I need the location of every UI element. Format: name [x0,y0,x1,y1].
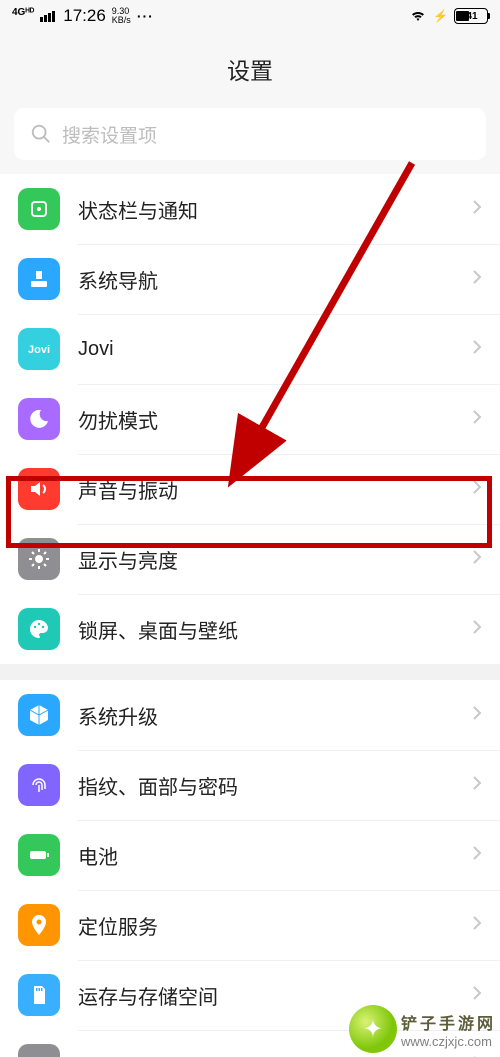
settings-group: 状态栏与通知系统导航 Jovi Jovi 勿扰模式声音与振动显示与亮度锁屏、桌面与壁纸 [0,174,500,664]
row-label: 状态栏与通知 [78,195,472,224]
more-indicator: ··· [137,8,154,24]
watermark: ✦ 铲子手游网 www.czjxjc.com [349,1005,496,1053]
watermark-url: www.czjxjc.com [401,1034,496,1049]
moon-icon [18,398,60,440]
status-right: ⚡ 41 [409,8,488,25]
location-icon [18,904,60,946]
sd-icon [18,974,60,1016]
settings-row-location[interactable]: 定位服务 [0,890,500,960]
svg-text:Jovi: Jovi [28,344,50,356]
wifi-icon [409,8,427,25]
battery-icon: 41 [454,8,488,24]
settings-row-jovi[interactable]: Jovi Jovi [0,314,500,384]
settings-row-status-notif[interactable]: 状态栏与通知 [0,174,500,244]
fingerprint-icon [18,764,60,806]
brightness-icon [18,538,60,580]
chevron-right-icon [472,985,482,1006]
network-speed: 9.30KB/s [112,7,131,25]
signal-icon [40,11,55,22]
row-label: 勿扰模式 [78,405,472,434]
row-label: 电池 [78,841,472,870]
cube-icon [18,694,60,736]
charging-icon: ⚡ [433,9,448,23]
row-label: 系统升级 [78,701,472,730]
clock: 17:26 [63,6,106,26]
settings-list: 状态栏与通知系统导航 Jovi Jovi 勿扰模式声音与振动显示与亮度锁屏、桌面与壁纸… [0,174,500,1057]
row-label: 显示与亮度 [78,545,472,574]
settings-row-wallpaper[interactable]: 锁屏、桌面与壁纸 [0,594,500,664]
battery-icon [18,834,60,876]
chevron-right-icon [472,549,482,570]
row-label: 定位服务 [78,911,472,940]
settings-group: 系统升级指纹、面部与密码电池定位服务运存与存储空间更多设置 [0,680,500,1057]
gear-icon [18,1044,60,1057]
palette-icon [18,608,60,650]
status-left: 4Gᴴᴰ 17:26 9.30KB/s ··· [12,6,154,26]
settings-row-biometrics[interactable]: 指纹、面部与密码 [0,750,500,820]
settings-row-sound[interactable]: 声音与振动 [0,454,500,524]
row-label: 锁屏、桌面与壁纸 [78,615,472,644]
row-label: 系统导航 [78,265,472,294]
page-title: 设置 [0,32,500,108]
chevron-right-icon [472,269,482,290]
row-label: 指纹、面部与密码 [78,771,472,800]
row-label: Jovi [78,338,472,361]
settings-row-battery[interactable]: 电池 [0,820,500,890]
row-label: 声音与振动 [78,475,472,504]
network-type: 4Gᴴᴰ [12,8,34,17]
chevron-right-icon [472,845,482,866]
search-icon [30,123,52,145]
watermark-logo-icon: ✦ [349,1005,397,1053]
chevron-right-icon [472,775,482,796]
search-input[interactable]: 搜索设置项 [14,108,486,160]
jovi-icon: Jovi [18,328,60,370]
settings-row-dnd[interactable]: 勿扰模式 [0,384,500,454]
chevron-right-icon [472,619,482,640]
settings-row-display[interactable]: 显示与亮度 [0,524,500,594]
battery-percent: 41 [457,11,487,22]
status-icon [18,188,60,230]
chevron-right-icon [472,339,482,360]
sound-icon [18,468,60,510]
settings-row-system-nav[interactable]: 系统导航 [0,244,500,314]
search-placeholder: 搜索设置项 [62,121,157,148]
watermark-title: 铲子手游网 [401,1010,496,1034]
chevron-right-icon [472,479,482,500]
screen: 4Gᴴᴰ 17:26 9.30KB/s ··· ⚡ 41 设置 搜索设置项 [0,0,500,1057]
nav-icon [18,258,60,300]
settings-row-system-update[interactable]: 系统升级 [0,680,500,750]
chevron-right-icon [472,915,482,936]
search-wrap: 搜索设置项 [0,108,500,174]
chevron-right-icon [472,705,482,726]
chevron-right-icon [472,409,482,430]
chevron-right-icon [472,199,482,220]
status-bar: 4Gᴴᴰ 17:26 9.30KB/s ··· ⚡ 41 [0,0,500,32]
